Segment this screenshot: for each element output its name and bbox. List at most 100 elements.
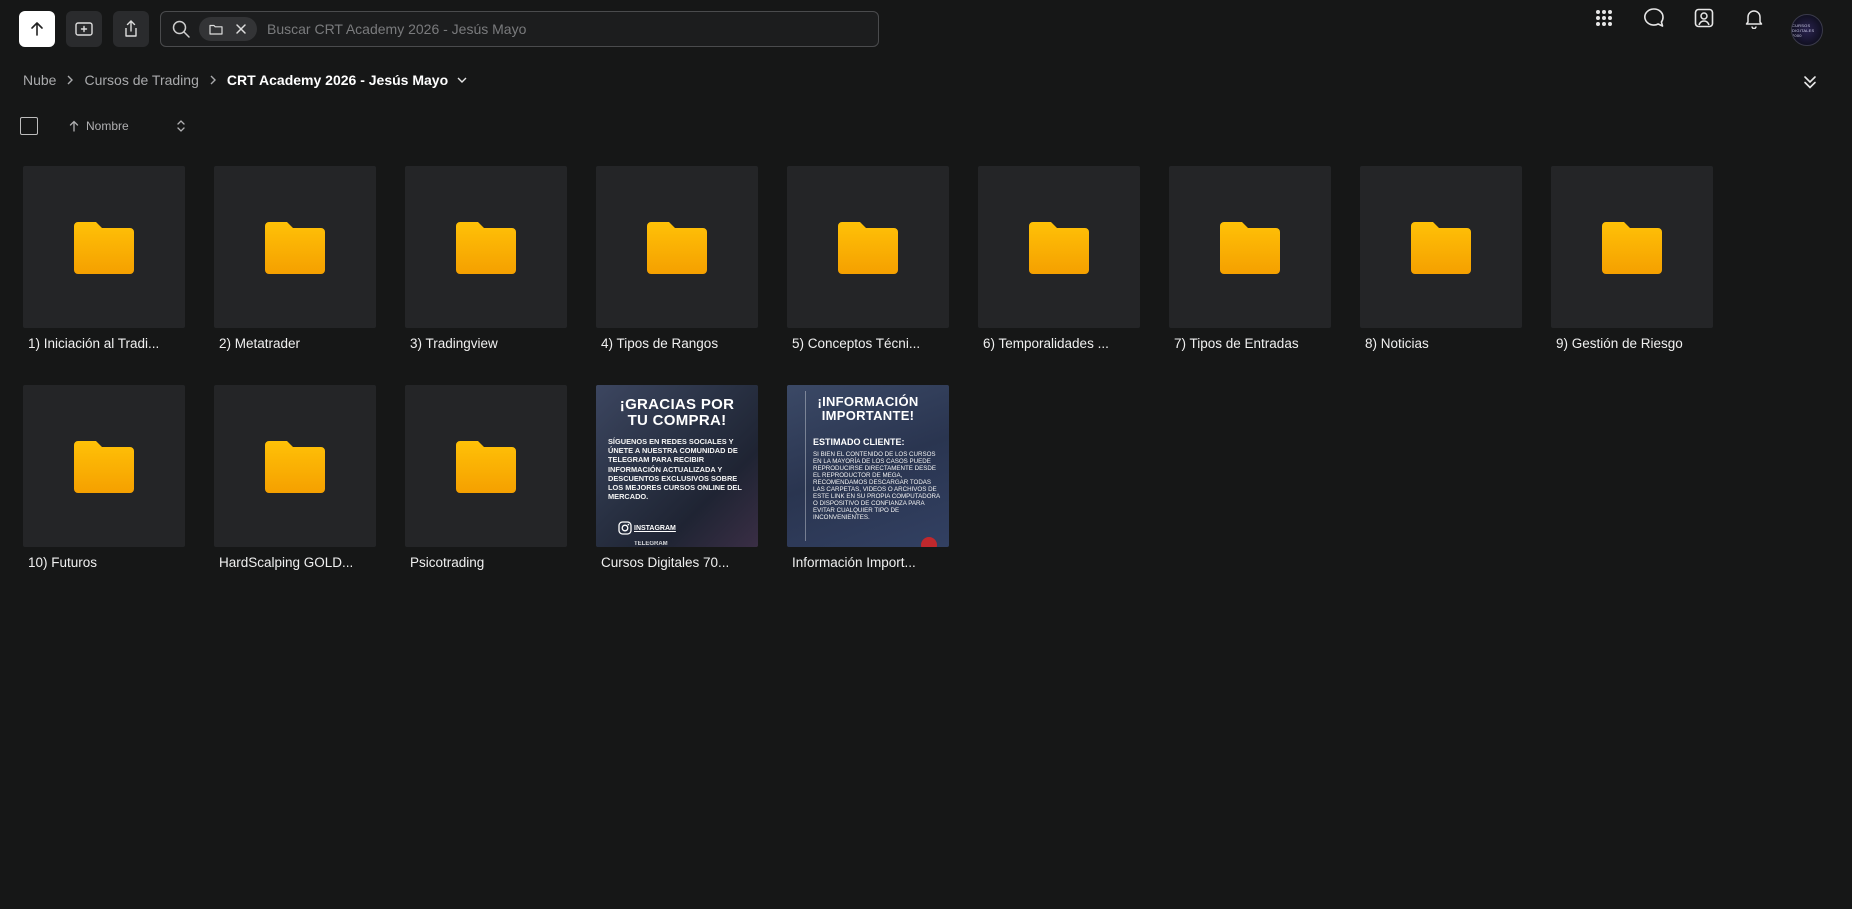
item-name[interactable]: 2) Metatrader [214, 336, 376, 351]
image-thumbnail[interactable]: ¡GRACIAS POR TU COMPRA! SÍGUENOS EN REDES … [596, 385, 758, 547]
folder-tile[interactable]: 6) Temporalidades ... [978, 166, 1140, 351]
avatar-text: CURSOS DIGITALES 7000 [1792, 22, 1815, 38]
folder-tile[interactable]: 7) Tipos de Entradas [1169, 166, 1331, 351]
sort-bar: Nombre [20, 116, 186, 136]
contacts-button[interactable] [1686, 0, 1722, 36]
folder-tile[interactable]: 9) Gestión de Riesgo [1551, 166, 1713, 351]
folder-icon [647, 220, 707, 274]
item-name[interactable]: 3) Tradingview [405, 336, 567, 351]
upload-arrow-icon [31, 22, 43, 36]
instagram-text: INSTAGRAM [634, 524, 676, 532]
folder-icon [1411, 220, 1471, 274]
instagram-icon [618, 521, 632, 535]
search-icon [171, 19, 191, 44]
sort-label[interactable]: Nombre [86, 119, 176, 133]
item-name[interactable]: 7) Tipos de Entradas [1169, 336, 1331, 351]
image-decoration [921, 537, 937, 547]
image-thumbnail[interactable]: ¡INFORMACIÓN IMPORTANTE! ESTIMADO CLIENTE:… [787, 385, 949, 547]
folder-thumbnail[interactable] [787, 166, 949, 328]
close-icon[interactable] [235, 23, 247, 35]
image-title-line: ¡GRACIAS POR [619, 396, 735, 413]
folder-thumbnail[interactable] [978, 166, 1140, 328]
folder-thumbnail[interactable] [1551, 166, 1713, 328]
image-file-tile[interactable]: ¡GRACIAS POR TU COMPRA! SÍGUENOS EN REDES … [596, 385, 758, 570]
item-name[interactable]: 10) Futuros [23, 555, 185, 570]
folder-icon [209, 24, 223, 35]
item-name[interactable]: Cursos Digitales 70... [596, 555, 758, 570]
important-info-image: ¡INFORMACIÓN IMPORTANTE! ESTIMADO CLIENTE:… [787, 385, 949, 547]
image-file-tile[interactable]: ¡INFORMACIÓN IMPORTANTE! ESTIMADO CLIENTE:… [787, 385, 949, 570]
folder-icon [265, 220, 325, 274]
chat-button[interactable] [1636, 0, 1672, 36]
folder-thumbnail[interactable] [23, 385, 185, 547]
new-folder-button[interactable] [66, 11, 102, 47]
search-bar[interactable]: Buscar CRT Academy 2026 - Jesús Mayo [160, 11, 879, 47]
folder-tile[interactable]: Psicotrading [405, 385, 567, 570]
breadcrumb: Nube Cursos de Trading CRT Academy 2026 … [23, 70, 467, 90]
upload-button[interactable] [19, 11, 55, 47]
select-all-checkbox[interactable] [20, 117, 38, 135]
folder-icon [1220, 220, 1280, 274]
folder-thumbnail[interactable] [214, 166, 376, 328]
image-body-text: SÍGUENOS EN REDES SOCIALES Y ÚNETE A NUE… [608, 437, 742, 502]
sort-toggle-icon[interactable] [176, 119, 186, 133]
folder-thumbnail[interactable] [596, 166, 758, 328]
folder-thumbnail[interactable] [405, 166, 567, 328]
item-name[interactable]: Información Import... [787, 555, 949, 570]
item-name[interactable]: Psicotrading [405, 555, 567, 570]
image-body-text: SI BIEN EL CONTENIDO DE LOS CURSOS EN LA… [813, 451, 940, 521]
folder-icon [838, 220, 898, 274]
top-bar: Buscar CRT Academy 2026 - Jesús Mayo CUR… [0, 0, 1852, 58]
chevron-right-icon [209, 75, 217, 85]
breadcrumb-current[interactable]: CRT Academy 2026 - Jesús Mayo [227, 72, 448, 88]
image-title-line: ¡INFORMACIÓN [817, 394, 919, 409]
apps-button[interactable] [1586, 0, 1622, 36]
double-chevron-down-icon [1804, 76, 1816, 89]
folder-thumbnail[interactable] [1360, 166, 1522, 328]
folder-icon [74, 439, 134, 493]
folder-tile[interactable]: HardScalping GOLD... [214, 385, 376, 570]
folder-tile[interactable]: 10) Futuros [23, 385, 185, 570]
chevron-down-icon[interactable] [457, 76, 467, 84]
image-title-line: IMPORTANTE! [821, 408, 915, 423]
share-icon [125, 20, 137, 37]
image-subtitle: ESTIMADO CLIENTE: [813, 437, 905, 447]
add-folder-icon [75, 22, 93, 36]
contacts-icon [1694, 8, 1714, 28]
folder-icon [1602, 220, 1662, 274]
folder-tile[interactable]: 1) Iniciación al Tradi... [23, 166, 185, 351]
folder-tile[interactable]: 4) Tipos de Rangos [596, 166, 758, 351]
folder-thumbnail[interactable] [23, 166, 185, 328]
folder-icon [456, 220, 516, 274]
notifications-button[interactable] [1736, 0, 1772, 36]
folder-tile[interactable]: 5) Conceptos Técni... [787, 166, 949, 351]
folder-thumbnail[interactable] [214, 385, 376, 547]
folder-tile[interactable]: 3) Tradingview [405, 166, 567, 351]
apps-grid-icon [1596, 10, 1612, 26]
sort-ascending-icon[interactable] [68, 120, 80, 132]
item-name[interactable]: 4) Tipos de Rangos [596, 336, 758, 351]
folder-icon [265, 439, 325, 493]
folder-thumbnail[interactable] [1169, 166, 1331, 328]
item-name[interactable]: 6) Temporalidades ... [978, 336, 1140, 351]
breadcrumb-item-cursos[interactable]: Cursos de Trading [84, 72, 198, 88]
thank-you-image: ¡GRACIAS POR TU COMPRA! SÍGUENOS EN REDES … [596, 385, 758, 547]
item-name[interactable]: 5) Conceptos Técni... [787, 336, 949, 351]
search-input[interactable]: Buscar CRT Academy 2026 - Jesús Mayo [267, 21, 526, 37]
item-name[interactable]: 8) Noticias [1360, 336, 1522, 351]
folder-thumbnail[interactable] [405, 385, 567, 547]
folder-tile[interactable]: 8) Noticias [1360, 166, 1522, 351]
collapse-button[interactable] [1798, 70, 1822, 94]
item-name[interactable]: 1) Iniciación al Tradi... [23, 336, 185, 351]
folder-tile[interactable]: 2) Metatrader [214, 166, 376, 351]
image-title: ¡GRACIAS POR TU COMPRA! [596, 397, 758, 429]
avatar[interactable]: CURSOS DIGITALES 7000 [1791, 14, 1823, 46]
item-name[interactable]: HardScalping GOLD... [214, 555, 376, 570]
breadcrumb-item-nube[interactable]: Nube [23, 72, 56, 88]
telegram-label: TELEGRAM [634, 541, 668, 547]
share-button[interactable] [113, 11, 149, 47]
item-name[interactable]: 9) Gestión de Riesgo [1551, 336, 1713, 351]
folder-icon [74, 220, 134, 274]
image-title: ¡INFORMACIÓN IMPORTANTE! [787, 395, 949, 423]
search-scope-chip[interactable] [199, 17, 257, 41]
